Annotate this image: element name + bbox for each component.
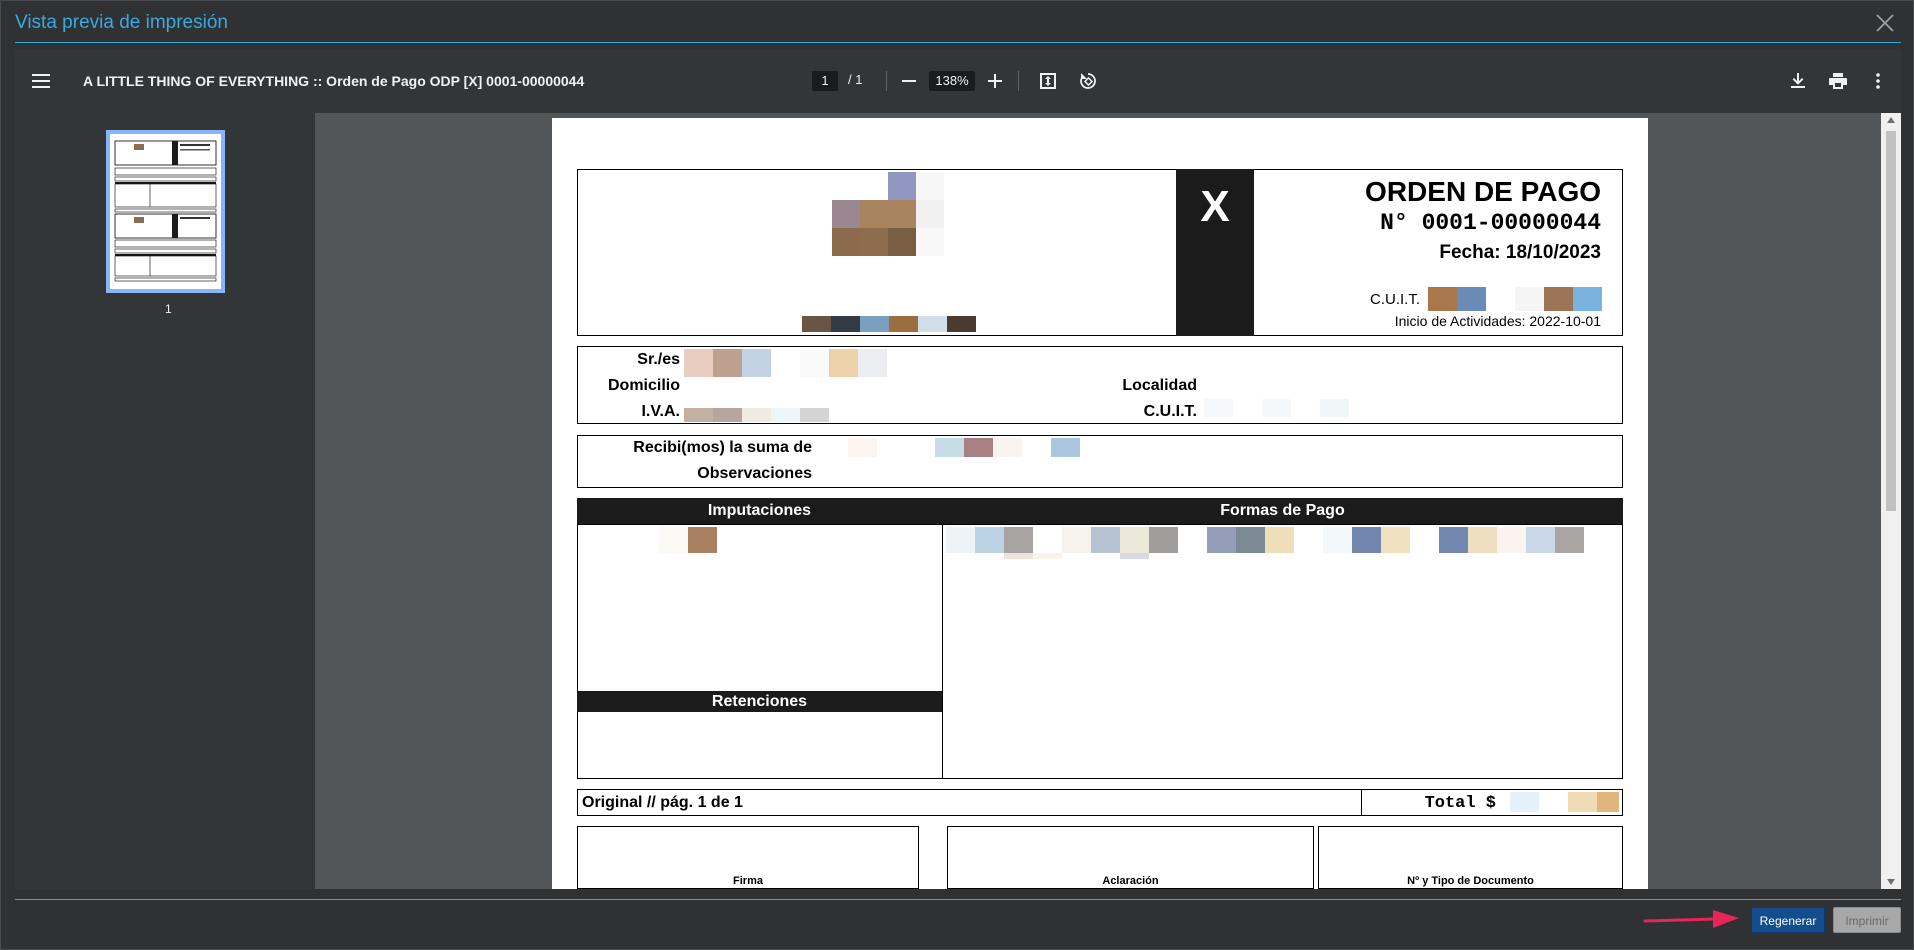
imputaciones-header: Imputaciones bbox=[707, 502, 812, 519]
rotate-button[interactable] bbox=[1077, 70, 1099, 92]
scroll-up-icon[interactable] bbox=[1887, 117, 1895, 123]
fit-to-page-icon bbox=[1040, 73, 1056, 89]
received-amount-label: Recibi(mos) la suma de bbox=[633, 439, 812, 456]
signature-label: Firma bbox=[733, 875, 763, 887]
pdf-viewer: A LITTLE THING OF EVERYTHING :: Orden de… bbox=[15, 49, 1901, 889]
pdf-toolbar: A LITTLE THING OF EVERYTHING :: Orden de… bbox=[15, 49, 1901, 113]
hamburger-menu-icon bbox=[32, 74, 50, 88]
client-cuit-label: C.U.I.T. bbox=[1143, 403, 1197, 420]
minus-icon bbox=[902, 80, 916, 82]
imputations-payments-body bbox=[577, 524, 1623, 779]
more-options-button[interactable] bbox=[1867, 70, 1889, 92]
page-scrollbar[interactable] bbox=[1881, 113, 1901, 889]
thumbnail-sidebar: 1 bbox=[15, 113, 315, 889]
document-heading: ORDEN DE PAGO bbox=[1365, 176, 1601, 207]
download-icon bbox=[1791, 73, 1805, 88]
document-page: X ORDEN DE PAGO N° 0001-00000044 Fecha: … bbox=[552, 118, 1648, 889]
title-bar: Vista previa de impresión bbox=[1, 1, 1913, 43]
document-date: Fecha: 18/10/2023 bbox=[1439, 242, 1601, 263]
download-button[interactable] bbox=[1787, 70, 1809, 92]
client-address-label: Domicilio bbox=[607, 377, 680, 394]
window-title: Vista previa de impresión bbox=[15, 12, 228, 33]
page-thumbnail-preview bbox=[114, 140, 217, 282]
print-submit-button[interactable]: Imprimir bbox=[1833, 907, 1901, 933]
menu-button[interactable] bbox=[29, 69, 53, 93]
print-button[interactable] bbox=[1827, 70, 1849, 92]
column-divider bbox=[942, 524, 943, 779]
print-preview-window: Vista previa de impresión A LITTLE THING… bbox=[0, 0, 1914, 950]
zoom-in-button[interactable] bbox=[985, 71, 1005, 91]
plus-icon bbox=[988, 74, 1002, 88]
client-locality-label: Localidad bbox=[1122, 377, 1197, 394]
observations-label: Observaciones bbox=[697, 465, 812, 482]
scroll-thumb[interactable] bbox=[1886, 131, 1896, 511]
total-divider bbox=[1361, 789, 1362, 816]
client-iva-label: I.V.A. bbox=[641, 403, 680, 420]
document-page-area: X ORDEN DE PAGO N° 0001-00000044 Fecha: … bbox=[315, 113, 1901, 889]
issuer-cuit-label: C.U.I.T. bbox=[1370, 291, 1421, 308]
fit-page-button[interactable] bbox=[1037, 70, 1059, 92]
document-id-label: Nº y Tipo de Documento bbox=[1407, 875, 1534, 887]
retenciones-header: Retenciones bbox=[711, 693, 808, 710]
close-icon bbox=[1876, 14, 1894, 32]
regenerate-button[interactable]: Regenerar bbox=[1751, 907, 1825, 933]
start-activities: Inicio de Actividades: 2022-10-01 bbox=[1394, 313, 1601, 329]
page-total: / 1 bbox=[848, 72, 863, 87]
rotate-icon bbox=[1080, 73, 1096, 89]
page-number-input[interactable]: 1 bbox=[812, 71, 838, 91]
original-page-label: Original // pág. 1 de 1 bbox=[582, 794, 743, 811]
document-title: A LITTLE THING OF EVERYTHING :: Orden de… bbox=[83, 73, 585, 89]
document-number: N° 0001-00000044 bbox=[1380, 210, 1601, 236]
printer-icon bbox=[1829, 73, 1847, 89]
invoice-letter: X bbox=[1176, 169, 1254, 336]
page-thumbnail[interactable] bbox=[106, 130, 225, 293]
toolbar-divider bbox=[886, 71, 887, 91]
client-name-label: Sr./es bbox=[637, 351, 680, 368]
title-divider bbox=[15, 42, 1901, 43]
arrow-annotation-icon bbox=[1643, 910, 1739, 928]
zoom-out-button[interactable] bbox=[899, 71, 919, 91]
more-vertical-icon bbox=[1876, 73, 1880, 89]
close-button[interactable] bbox=[1873, 11, 1897, 35]
payment-methods-header: Formas de Pago bbox=[1220, 502, 1345, 519]
zoom-level-input[interactable]: 138% bbox=[929, 71, 975, 91]
clarification-label: Aclaración bbox=[1102, 875, 1159, 887]
thumbnail-page-number: 1 bbox=[165, 302, 172, 316]
toolbar-divider bbox=[1018, 71, 1019, 91]
total-label: Total $ bbox=[1424, 794, 1496, 813]
scroll-down-icon[interactable] bbox=[1887, 879, 1895, 885]
footer-divider bbox=[15, 899, 1901, 900]
